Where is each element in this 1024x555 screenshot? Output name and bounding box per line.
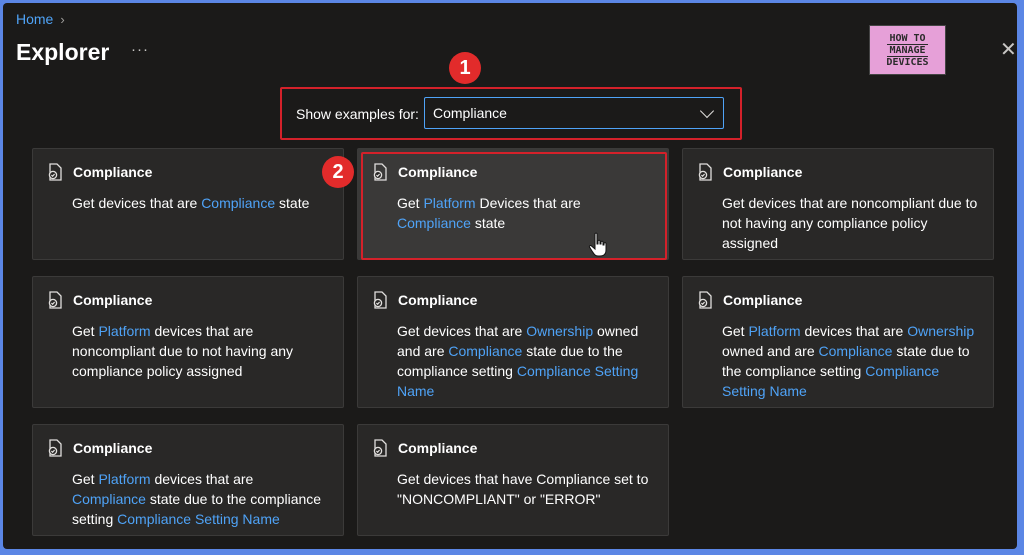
card-variable-token: Compliance Setting Name <box>117 511 280 527</box>
more-options-button[interactable]: ··· <box>131 41 149 58</box>
hand-pointer-icon <box>588 232 607 257</box>
card-description: Get devices that have Compliance set to … <box>397 471 649 507</box>
annotation-badge-2: 2 <box>322 156 354 188</box>
card-variable-token: Compliance <box>201 195 276 211</box>
card-description: Get devices that are Compliance state <box>72 195 310 211</box>
card-title: Compliance <box>398 292 478 308</box>
document-shield-icon <box>698 163 712 181</box>
card-description: Get Platform devices that are Ownership … <box>722 323 975 399</box>
card-description: Get devices that are Ownership owned and… <box>397 323 639 399</box>
chevron-right-icon: › <box>60 11 65 27</box>
example-card[interactable]: Compliance Get Platform devices that are … <box>682 276 994 408</box>
example-card[interactable]: Compliance Get devices that have Complian… <box>357 424 669 536</box>
card-header: Compliance <box>697 291 979 309</box>
card-description: Get Platform devices that are Compliance… <box>72 471 322 527</box>
document-shield-icon <box>48 439 62 457</box>
card-description: Get Platform devices that are noncomplia… <box>72 323 294 379</box>
card-header: Compliance <box>372 291 654 309</box>
how-to-manage-devices-logo: HOW TO MANAGE DEVICES <box>869 25 946 75</box>
document-shield-icon <box>48 291 62 309</box>
breadcrumb: Home › <box>16 11 65 27</box>
examples-dropdown[interactable]: Compliance <box>424 97 724 129</box>
card-title: Compliance <box>73 164 153 180</box>
card-title: Compliance <box>73 440 153 456</box>
card-title: Compliance <box>723 292 803 308</box>
page-title: Explorer <box>16 39 110 65</box>
close-button[interactable]: ✕ <box>1000 40 1017 60</box>
filter-label: Show examples for: <box>296 106 419 122</box>
document-shield-icon <box>698 291 712 309</box>
example-card[interactable]: Compliance Get devices that are noncompli… <box>682 148 994 260</box>
example-card[interactable]: Compliance Get Platform devices that are … <box>32 424 344 536</box>
card-header: Compliance <box>47 163 329 181</box>
card-highlight-box <box>361 152 667 260</box>
document-shield-icon <box>373 439 387 457</box>
examples-dropdown-value: Compliance <box>433 105 507 121</box>
example-card[interactable]: Compliance Get devices that are Complianc… <box>32 148 344 260</box>
card-variable-token: Compliance <box>72 491 146 507</box>
chevron-down-icon <box>699 103 715 118</box>
card-variable-token: Platform <box>748 323 801 339</box>
card-variable-token: Compliance <box>448 343 523 359</box>
card-variable-token: Compliance <box>818 343 893 359</box>
breadcrumb-home-link[interactable]: Home <box>16 11 53 27</box>
card-description: Get devices that are noncompliant due to… <box>722 195 978 251</box>
card-variable-token: Ownership <box>526 323 594 339</box>
card-variable-token: Platform <box>98 471 151 487</box>
card-title: Compliance <box>73 292 153 308</box>
example-card[interactable]: Compliance Get devices that are Ownership… <box>357 276 669 408</box>
card-title: Compliance <box>398 440 478 456</box>
card-header: Compliance <box>47 291 329 309</box>
card-variable-token: Platform <box>98 323 151 339</box>
card-header: Compliance <box>47 439 329 457</box>
card-header: Compliance <box>697 163 979 181</box>
document-shield-icon <box>48 163 62 181</box>
example-card[interactable]: Compliance Get Platform devices that are … <box>32 276 344 408</box>
annotation-badge-1: 1 <box>449 52 481 84</box>
card-title: Compliance <box>723 164 803 180</box>
document-shield-icon <box>373 291 387 309</box>
card-variable-token: Ownership <box>907 323 975 339</box>
card-header: Compliance <box>372 439 654 457</box>
